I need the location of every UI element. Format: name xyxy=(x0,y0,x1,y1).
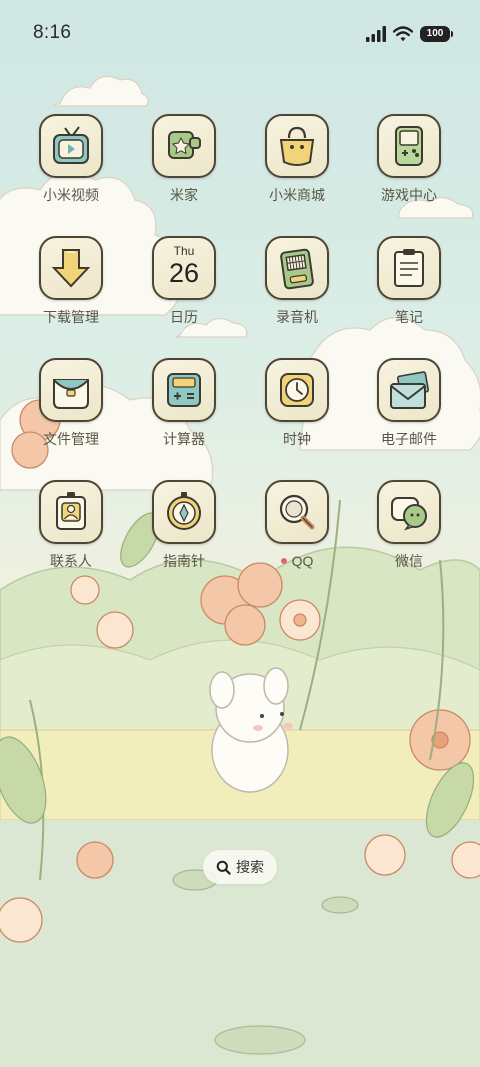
app-label: 时钟 xyxy=(283,431,311,447)
magnifier-icon xyxy=(265,480,329,544)
handheld-console-icon xyxy=(377,114,441,178)
download-arrow-icon xyxy=(39,236,103,300)
app-xiaomi-mall[interactable]: 小米商城 xyxy=(247,112,347,222)
app-recorder[interactable]: 录音机 xyxy=(247,234,347,344)
app-download-manager[interactable]: 下载管理 xyxy=(21,234,121,344)
search-label: 搜索 xyxy=(236,859,264,875)
app-label-text: QQ xyxy=(291,553,314,569)
home-screen: 8:16 100 小米视频 米家 小米商城 游戏中心 下载管理 Thu 26 日… xyxy=(0,0,480,1067)
calculator-icon xyxy=(152,358,216,422)
app-label: QQ xyxy=(280,552,314,570)
app-label: 米家 xyxy=(170,187,198,203)
folder-bag-icon xyxy=(39,358,103,422)
app-email[interactable]: 电子邮件 xyxy=(359,356,459,466)
chat-bubbles-icon xyxy=(377,480,441,544)
app-wechat[interactable]: 微信 xyxy=(359,478,459,588)
new-install-dot xyxy=(280,558,287,564)
app-file-manager[interactable]: 文件管理 xyxy=(21,356,121,466)
battery-level: 100 xyxy=(426,28,444,39)
app-label: 游戏中心 xyxy=(381,187,437,203)
search-button[interactable]: 搜索 xyxy=(203,850,277,884)
app-label: 笔记 xyxy=(395,309,423,325)
status-bar: 8:16 100 xyxy=(0,0,480,64)
battery-indicator: 100 xyxy=(420,26,453,42)
clock-icon xyxy=(265,358,329,422)
app-label: 指南针 xyxy=(163,553,205,569)
envelope-icon xyxy=(377,358,441,422)
app-label: 日历 xyxy=(170,309,198,325)
puzzle-icon xyxy=(152,114,216,178)
app-label: 文件管理 xyxy=(43,431,99,447)
notepad-icon xyxy=(377,236,441,300)
dock-app-4[interactable] xyxy=(375,932,443,1000)
calendar-icon: Thu 26 xyxy=(152,236,216,300)
shopping-bag-icon xyxy=(265,114,329,178)
dock-app-2[interactable] xyxy=(150,932,218,1000)
app-game-center[interactable]: 游戏中心 xyxy=(359,112,459,222)
status-icons: 100 xyxy=(366,24,453,44)
app-label: 电子邮件 xyxy=(381,431,437,447)
app-label: 计算器 xyxy=(163,431,205,447)
app-label: 录音机 xyxy=(276,309,318,325)
contact-badge-icon xyxy=(39,480,103,544)
app-label: 微信 xyxy=(395,553,423,569)
app-calendar[interactable]: Thu 26 日历 xyxy=(134,234,234,344)
signal-icon xyxy=(366,26,386,42)
compass-icon xyxy=(152,480,216,544)
calendar-date: 26 xyxy=(168,258,200,288)
status-time: 8:16 xyxy=(33,22,72,43)
search-icon xyxy=(216,860,231,875)
wifi-icon xyxy=(393,26,413,42)
app-label: 小米视频 xyxy=(43,187,99,203)
app-label: 下载管理 xyxy=(43,309,99,325)
app-notes[interactable]: 笔记 xyxy=(359,234,459,344)
app-label: 联系人 xyxy=(50,553,92,569)
dock-app-1[interactable] xyxy=(37,932,105,1000)
app-mijia[interactable]: 米家 xyxy=(134,112,234,222)
app-qq[interactable]: QQ xyxy=(247,478,347,588)
recorder-icon xyxy=(265,236,329,300)
app-xiaomi-video[interactable]: 小米视频 xyxy=(21,112,121,222)
app-clock[interactable]: 时钟 xyxy=(247,356,347,466)
dock-app-3[interactable] xyxy=(262,932,330,1000)
calendar-day-of-week: Thu xyxy=(173,244,195,258)
app-contacts[interactable]: 联系人 xyxy=(21,478,121,588)
app-compass[interactable]: 指南针 xyxy=(134,478,234,588)
app-label: 小米商城 xyxy=(269,187,325,203)
tv-icon xyxy=(39,114,103,178)
app-calculator[interactable]: 计算器 xyxy=(134,356,234,466)
